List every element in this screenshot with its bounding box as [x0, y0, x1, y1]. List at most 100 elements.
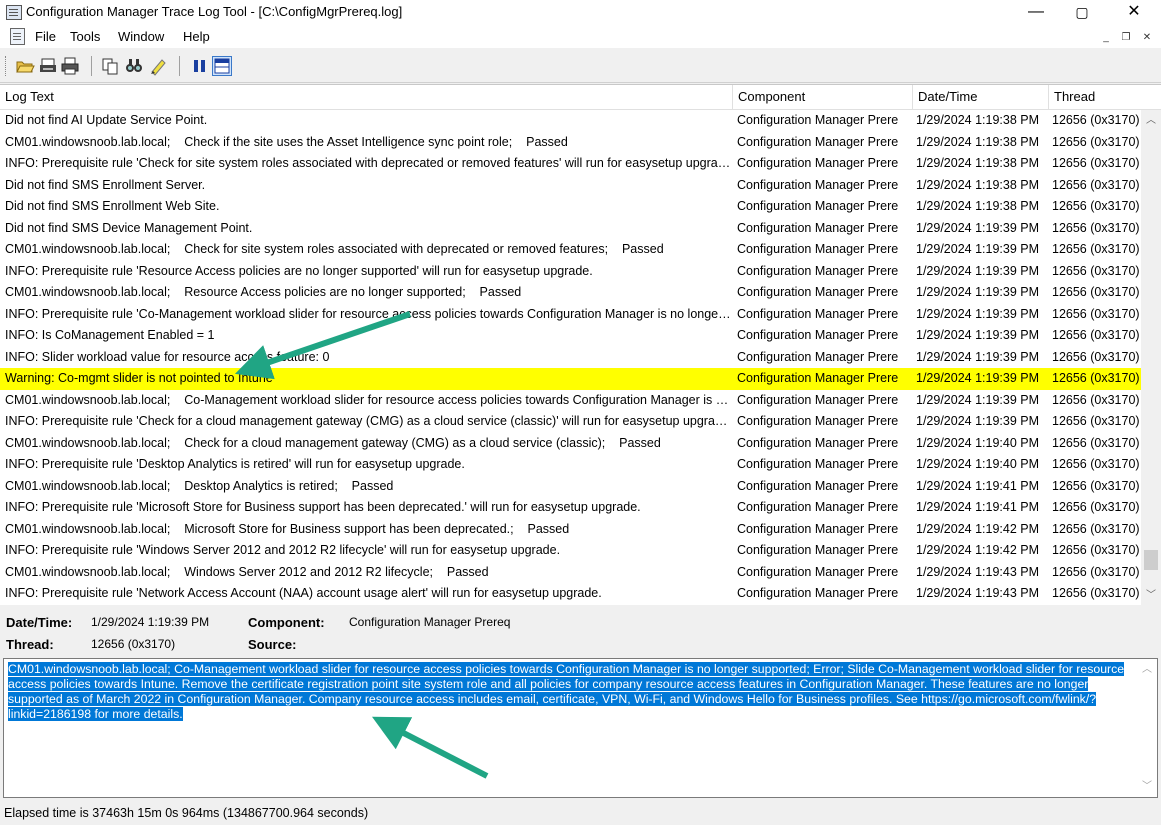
minimize-button[interactable]: —: [1013, 0, 1059, 25]
component-cell: Configuration Manager Prere: [737, 521, 899, 536]
maximize-button[interactable]: ▢: [1059, 0, 1105, 25]
column-header-datetime[interactable]: Date/Time: [913, 85, 1049, 109]
thread-cell: 12656 (0x3170): [1052, 435, 1140, 450]
thread-cell: 12656 (0x3170): [1052, 349, 1140, 364]
open-folder-icon[interactable]: [15, 56, 35, 76]
mdi-restore-button[interactable]: ❐: [1119, 31, 1133, 45]
datetime-cell: 1/29/2024 1:19:39 PM: [916, 392, 1040, 407]
datetime-cell: 1/29/2024 1:19:39 PM: [916, 371, 1040, 385]
log-row[interactable]: Warning: Co-mgmt slider is not pointed t…: [0, 368, 1141, 390]
message-scrollbar[interactable]: ︿ ﹀: [1137, 659, 1157, 797]
log-row[interactable]: Did not find SMS Enrollment Web Site. Con…: [0, 196, 1141, 218]
log-text-cell: INFO: Prerequisite rule 'Co-Management w…: [5, 306, 732, 321]
datetime-cell: 1/29/2024 1:19:39 PM: [916, 220, 1040, 235]
log-row[interactable]: Did not find SMS Device Management Point…: [0, 218, 1141, 240]
menu-window[interactable]: Window: [118, 29, 164, 44]
log-rows: Did not find AI Update Service Point. Con…: [0, 110, 1141, 605]
datetime-cell: 1/29/2024 1:19:39 PM: [916, 263, 1040, 278]
log-text-cell: INFO: Prerequisite rule 'Resource Access…: [5, 263, 593, 278]
mdi-close-button[interactable]: ✕: [1140, 31, 1154, 45]
thread-label: Thread:: [6, 637, 54, 652]
toolbar-separator: [179, 56, 180, 76]
log-row[interactable]: INFO: Slider workload value for resource…: [0, 347, 1141, 369]
log-row[interactable]: CM01.windowsnoob.lab.local; Check for si…: [0, 239, 1141, 261]
scroll-down-icon[interactable]: ﹀: [1141, 587, 1161, 604]
component-cell: Configuration Manager Prere: [737, 457, 899, 471]
component-cell: Configuration Manager Prere: [737, 113, 899, 127]
thread-cell: 12656 (0x3170): [1052, 564, 1140, 579]
document-icon[interactable]: [10, 28, 25, 45]
log-row[interactable]: Did not find SMS Enrollment Server. Confi…: [0, 175, 1141, 197]
component-value: Configuration Manager Prereq: [349, 615, 511, 629]
column-header-log-text[interactable]: Log Text: [0, 85, 733, 109]
log-text-cell: CM01.windowsnoob.lab.local; Check for si…: [5, 242, 664, 256]
log-row[interactable]: CM01.windowsnoob.lab.local; Co-Managemen…: [0, 390, 1141, 412]
log-row[interactable]: Did not find AI Update Service Point. Con…: [0, 110, 1141, 132]
log-row[interactable]: INFO: Prerequisite rule 'Co-Management w…: [0, 304, 1141, 326]
datetime-cell: 1/29/2024 1:19:41 PM: [916, 500, 1040, 514]
log-row[interactable]: CM01.windowsnoob.lab.local; Windows Serv…: [0, 562, 1141, 584]
component-cell: Configuration Manager Prere: [737, 328, 899, 342]
log-row[interactable]: INFO: Prerequisite rule 'Resource Access…: [0, 261, 1141, 283]
mdi-minimize-button[interactable]: _: [1099, 31, 1113, 45]
datetime-cell: 1/29/2024 1:19:43 PM: [916, 586, 1040, 600]
log-row[interactable]: CM01.windowsnoob.lab.local; Desktop Anal…: [0, 476, 1141, 498]
datetime-cell: 1/29/2024 1:19:39 PM: [916, 285, 1040, 299]
component-cell: Configuration Manager Prere: [737, 220, 899, 235]
menu-tools[interactable]: Tools: [70, 29, 100, 44]
column-header-thread[interactable]: Thread: [1049, 85, 1161, 109]
log-row[interactable]: CM01.windowsnoob.lab.local; Microsoft St…: [0, 519, 1141, 541]
thread-value: 12656 (0x3170): [91, 637, 176, 651]
message-text[interactable]: CM01.windowsnoob.lab.local; Co-Managemen…: [8, 662, 1133, 722]
print-preview-icon[interactable]: [38, 56, 58, 76]
message-scroll-up-icon[interactable]: ︿: [1137, 661, 1157, 678]
log-row[interactable]: CM01.windowsnoob.lab.local; Check if the…: [0, 132, 1141, 154]
component-cell: Configuration Manager Prere: [737, 543, 899, 557]
component-cell: Configuration Manager Prere: [737, 285, 899, 299]
log-row[interactable]: INFO: Is CoManagement Enabled = 1 Configu…: [0, 325, 1141, 347]
grid-vertical-scrollbar[interactable]: ︿ ﹀: [1141, 110, 1161, 606]
print-icon[interactable]: [60, 56, 80, 76]
column-header-component[interactable]: Component: [733, 85, 913, 109]
component-cell: Configuration Manager Prere: [737, 392, 899, 407]
split-view-icon[interactable]: [212, 56, 232, 76]
component-cell: Configuration Manager Prere: [737, 349, 899, 364]
copy-icon[interactable]: [100, 56, 120, 76]
thread-cell: 12656 (0x3170): [1052, 478, 1140, 493]
thread-cell: 12656 (0x3170): [1052, 306, 1140, 321]
log-text-cell: INFO: Prerequisite rule 'Desktop Analyti…: [5, 457, 465, 471]
find-icon[interactable]: [124, 56, 144, 76]
close-button[interactable]: ✕: [1111, 0, 1157, 25]
message-textbox[interactable]: CM01.windowsnoob.lab.local; Co-Managemen…: [3, 658, 1158, 798]
log-row[interactable]: INFO: Prerequisite rule 'Windows Server …: [0, 540, 1141, 562]
log-row[interactable]: CM01.windowsnoob.lab.local; Resource Acc…: [0, 282, 1141, 304]
log-text-cell: INFO: Prerequisite rule 'Check for site …: [5, 156, 732, 170]
log-row[interactable]: INFO: Prerequisite rule 'Check for a clo…: [0, 411, 1141, 433]
log-row[interactable]: INFO: Prerequisite rule 'Network Access …: [0, 583, 1141, 605]
scroll-up-icon[interactable]: ︿: [1141, 112, 1161, 129]
log-grid[interactable]: Log Text Component Date/Time Thread Did …: [0, 84, 1161, 606]
datetime-cell: 1/29/2024 1:19:38 PM: [916, 113, 1040, 127]
datetime-cell: 1/29/2024 1:19:39 PM: [916, 414, 1040, 428]
datetime-cell: 1/29/2024 1:19:38 PM: [916, 156, 1040, 170]
highlight-icon[interactable]: [148, 56, 168, 76]
log-text-cell: CM01.windowsnoob.lab.local; Windows Serv…: [5, 564, 489, 579]
pause-icon[interactable]: [190, 56, 210, 76]
component-cell: Configuration Manager Prere: [737, 306, 899, 321]
thread-cell: 12656 (0x3170): [1052, 242, 1140, 256]
log-text-cell: INFO: Prerequisite rule 'Windows Server …: [5, 543, 561, 557]
scroll-thumb[interactable]: [1144, 550, 1158, 570]
log-row[interactable]: INFO: Prerequisite rule 'Check for site …: [0, 153, 1141, 175]
window-title: Configuration Manager Trace Log Tool - […: [26, 4, 403, 19]
component-cell: Configuration Manager Prere: [737, 371, 899, 385]
datetime-cell: 1/29/2024 1:19:41 PM: [916, 478, 1040, 493]
log-row[interactable]: INFO: Prerequisite rule 'Microsoft Store…: [0, 497, 1141, 519]
log-text-cell: CM01.windowsnoob.lab.local; Resource Acc…: [5, 285, 522, 299]
datetime-cell: 1/29/2024 1:19:39 PM: [916, 242, 1040, 256]
component-cell: Configuration Manager Prere: [737, 500, 899, 514]
log-row[interactable]: INFO: Prerequisite rule 'Desktop Analyti…: [0, 454, 1141, 476]
log-row[interactable]: CM01.windowsnoob.lab.local; Check for a …: [0, 433, 1141, 455]
message-scroll-down-icon[interactable]: ﹀: [1137, 778, 1157, 795]
menu-file[interactable]: File: [35, 29, 56, 44]
menu-help[interactable]: Help: [183, 29, 210, 44]
